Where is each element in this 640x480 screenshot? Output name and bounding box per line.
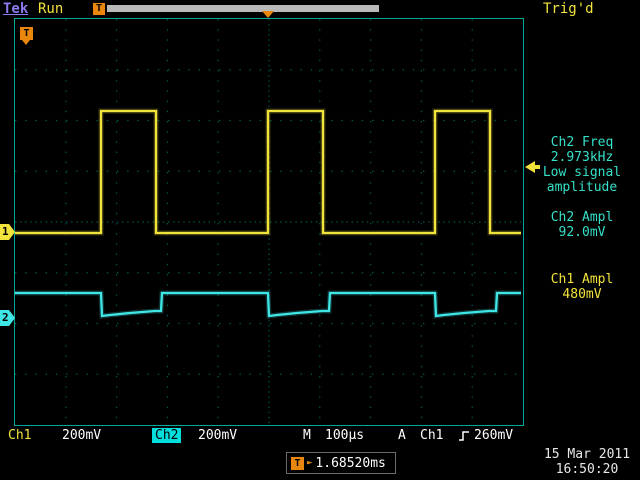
ch2-volts-per-div: 200mV [198, 428, 237, 443]
measurement-ch2-freq: Ch2 Freq 2.973kHz Low signal amplitude [526, 135, 638, 195]
date-time: 15 Mar 2011 16:50:20 [534, 447, 640, 477]
main-timebase-label: M [303, 428, 311, 443]
trigger-time-marker: T [20, 27, 33, 40]
trigger-menu-label: A [398, 428, 406, 443]
ch1-scale-label: Ch1 [8, 428, 31, 443]
tek-logo: Tek [3, 1, 28, 17]
measurement-value: 92.0mV [526, 225, 638, 240]
trigger-marker-icon: T [93, 3, 105, 15]
status-bar: Ch1 200mV Ch2 200mV M 100µs A Ch1 260mV [0, 428, 640, 446]
measurement-value: 2.973kHz [526, 150, 638, 165]
measurement-ch1-ampl: Ch1 Ampl 480mV [526, 272, 638, 302]
trigger-position-readout: T ► 1.68520ms [286, 452, 396, 474]
measurement-label: Ch2 Freq [526, 135, 638, 150]
right-arrow-icon: ► [307, 457, 312, 470]
ch2-scale-label: Ch2 [152, 428, 181, 443]
time: 16:50:20 [534, 462, 640, 477]
oscilloscope-screen: Tek Run T Trig'd T 1 2 Ch2 Freq 2.973kHz… [0, 0, 640, 480]
measurement-label: Ch2 Ampl [526, 210, 638, 225]
ch1-volts-per-div: 200mV [62, 428, 101, 443]
measurement-ch2-ampl: Ch2 Ampl 92.0mV [526, 210, 638, 240]
trigger-marker-icon: T [291, 457, 304, 470]
waveform-display: T [14, 18, 524, 426]
trigger-position-arrow-icon [262, 11, 274, 18]
trigger-status: Trig'd [543, 1, 594, 17]
date: 15 Mar 2011 [534, 447, 640, 462]
measurement-label: Ch1 Ampl [526, 272, 638, 287]
acquisition-status: Run [38, 1, 63, 17]
measurement-note: Low signal [526, 165, 638, 180]
measurement-value: 480mV [526, 287, 638, 302]
measurement-note: amplitude [526, 180, 638, 195]
ch2-ground-marker: 2 [0, 310, 15, 326]
time-per-div: 100µs [325, 428, 364, 443]
trigger-position-value: 1.68520ms [315, 456, 385, 471]
trigger-level-value: 260mV [474, 428, 513, 443]
waveform-plot [15, 19, 523, 425]
rising-edge-icon [458, 429, 471, 447]
record-view-bar [107, 5, 379, 12]
trigger-source: Ch1 [420, 428, 443, 443]
ch1-ground-marker: 1 [0, 224, 15, 240]
